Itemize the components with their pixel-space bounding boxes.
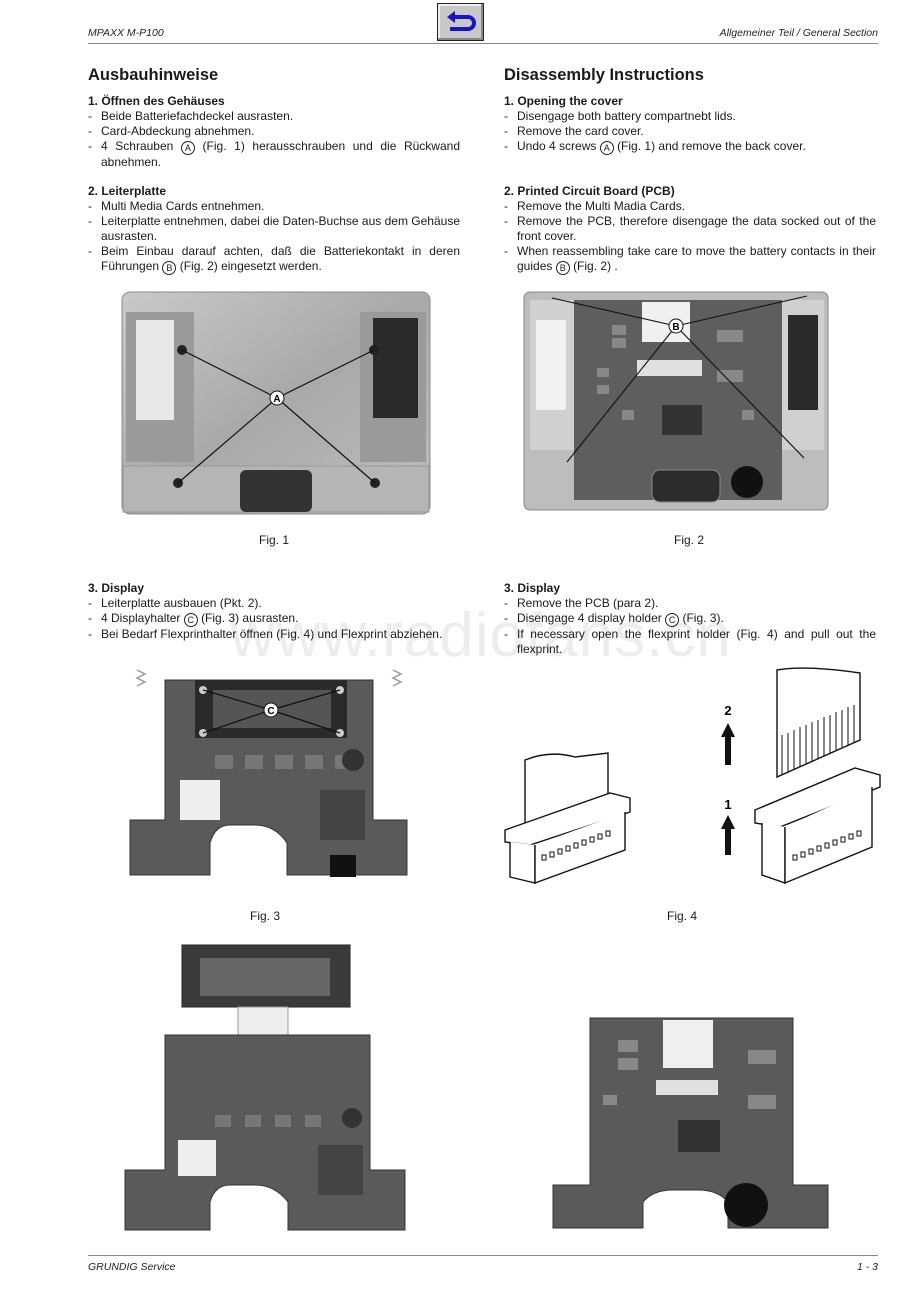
list-item: - Remove the card cover. [504, 124, 644, 138]
return-arrow-icon [446, 11, 476, 31]
marker-c: C [665, 613, 680, 627]
german-section-2: 2. Leiterplatte - Multi Media Cards entne… [88, 184, 460, 275]
back-button[interactable] [437, 3, 484, 41]
list-item: -4 Displayhalter C (Fig. 3) ausrasten. [88, 611, 299, 627]
header-model: MPAXX M-P100 [88, 27, 164, 39]
english-title-block: Disassembly Instructions [504, 66, 876, 85]
list-item: - Remove the Multi Madia Cards. [504, 199, 686, 213]
list-item: - Leiterplatte entnehmen, dabei die Daten… [88, 214, 460, 243]
fig3-marker: C [267, 706, 274, 717]
list-item: - Remove the PCB (para 2). [504, 596, 659, 610]
fig4-caption: Fig. 4 [667, 909, 698, 923]
arrow-2-label: 2 [724, 703, 731, 718]
marker-b: B [162, 261, 177, 275]
figure-3-pcb-display: C [129, 669, 408, 877]
fig1-caption: Fig. 1 [259, 533, 290, 547]
english-title: Disassembly Instructions [504, 66, 704, 84]
list-item: - When reassembling take care to move the… [504, 244, 876, 275]
figure-2-pcb-in-housing: B [523, 291, 829, 511]
section-heading: 1. Opening the cover [504, 94, 623, 108]
arrow-up-icon [721, 723, 735, 765]
footer-divider [88, 1255, 878, 1256]
marker-c: C [183, 613, 198, 627]
english-section-2: 2. Printed Circuit Board (PCB) - Remove t… [504, 184, 876, 275]
list-item: -4 Schrauben A (Fig. 1) herausschrauben … [88, 139, 460, 169]
arrow-1-label: 1 [724, 797, 731, 812]
fig1-marker: A [273, 394, 280, 405]
photo-pcb-flexprint [552, 1017, 829, 1229]
list-item: - Disengage 4 display holder C (Fig. 3). [504, 611, 724, 627]
list-item: - Card-Abdeckung abnehmen. [88, 124, 255, 138]
list-item: - Leiterplatte ausbauen (Pkt. 2). [88, 596, 262, 610]
list-item: - Disengage both battery compartnebt lids… [504, 109, 736, 123]
german-section-1: 1. Öffnen des Gehäuses - Beide Batteriefa… [88, 94, 460, 170]
list-item: - Undo 4 screws A (Fig. 1) and remove the… [504, 139, 806, 155]
marker-a: A [180, 141, 195, 155]
list-item: - Remove the PCB, therefore disengage the… [504, 214, 876, 243]
list-item: - If necessary open the flexprint holder … [504, 627, 876, 656]
section-heading: 2. Leiterplatte [88, 184, 167, 198]
section-heading: 2. Printed Circuit Board (PCB) [504, 184, 675, 198]
list-item: - Multi Media Cards entnehmen. [88, 199, 265, 213]
figure-4-flexprint-connector: 2 1 [504, 667, 881, 885]
fig2-marker: B [672, 322, 679, 333]
photo-display-detached [124, 944, 406, 1231]
english-section-1: 1. Opening the cover - Disengage both bat… [504, 94, 876, 155]
section-heading: 3. Display [88, 581, 145, 595]
german-title-block: Ausbauhinweise [88, 66, 460, 85]
header-divider [88, 43, 878, 44]
arrow-up-icon [721, 815, 735, 855]
fig3-caption: Fig. 3 [250, 909, 281, 923]
page-number: 1 - 3 [856, 1261, 878, 1273]
marker-b: B [555, 261, 570, 275]
list-item: - Beide Batteriefachdeckel ausrasten. [88, 109, 294, 123]
footer-brand: GRUNDIG Service [88, 1261, 176, 1273]
german-section-3: 3. Display - Leiterplatte ausbauen (Pkt. … [88, 581, 460, 642]
list-item: - Beim Einbau darauf achten, daß die Batt… [88, 244, 460, 275]
list-item: - Bei Bedarf Flexprinthalter öffnen (Fig.… [88, 627, 443, 641]
section-heading: 1. Öffnen des Gehäuses [88, 94, 225, 108]
section-heading: 3. Display [504, 581, 561, 595]
figure-1-back-cover: A [121, 291, 431, 515]
german-title: Ausbauhinweise [88, 66, 219, 84]
marker-a: A [599, 141, 614, 155]
english-section-3: 3. Display - Remove the PCB (para 2). - Di… [504, 581, 876, 657]
header-section: Allgemeiner Teil / General Section [719, 27, 878, 39]
fig2-caption: Fig. 2 [674, 533, 705, 547]
